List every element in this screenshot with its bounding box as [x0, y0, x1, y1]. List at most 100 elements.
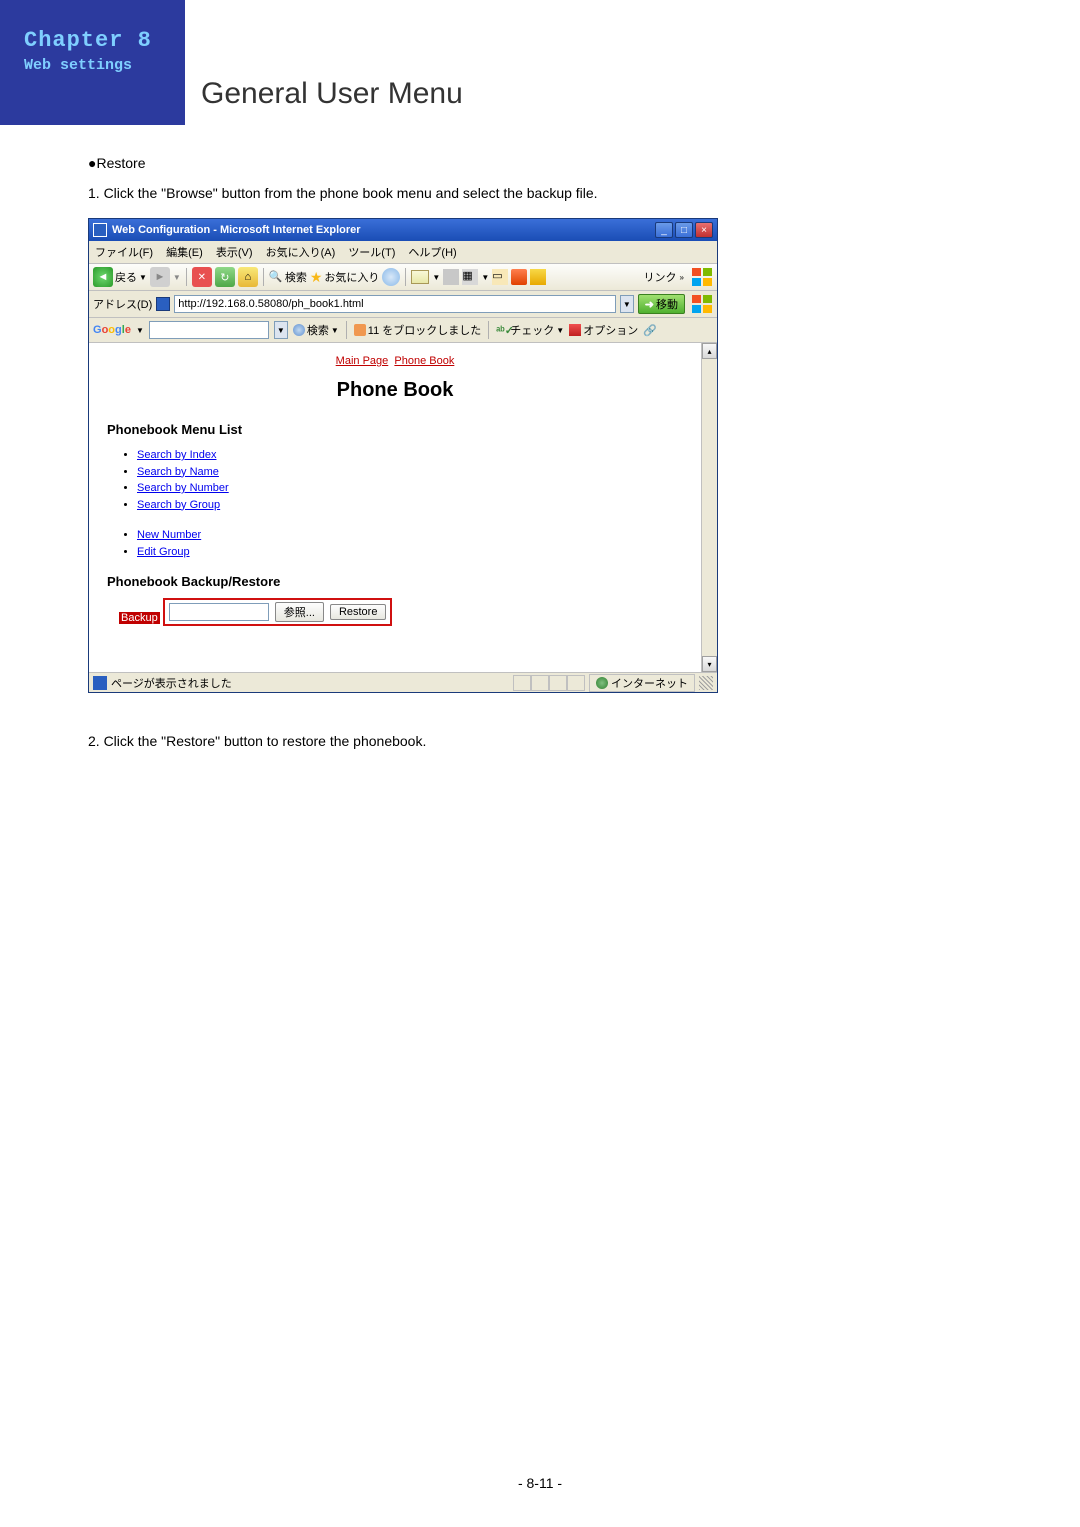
address-dropdown[interactable]: ▼: [620, 295, 634, 313]
print-button[interactable]: [443, 269, 459, 285]
backup-restore-heading: Phonebook Backup/Restore: [107, 574, 683, 589]
search-button[interactable]: 🔍検索: [269, 269, 307, 285]
options-button[interactable]: オプション: [569, 322, 638, 338]
google-search-input[interactable]: [149, 321, 269, 339]
status-cell: [531, 675, 549, 691]
status-cell: [513, 675, 531, 691]
history-button[interactable]: [382, 268, 400, 286]
ie-title-text: Web Configuration - Microsoft Internet E…: [112, 224, 655, 236]
ie-titlebar: Web Configuration - Microsoft Internet E…: [89, 219, 717, 241]
page-footer: - 8-11 -: [0, 1475, 1080, 1491]
edit-button[interactable]: ▦: [462, 269, 478, 285]
check-icon: ᵃᵇ✓: [496, 324, 508, 336]
google-dropdown-icon[interactable]: ▼: [136, 326, 144, 335]
browse-button[interactable]: 参照...: [275, 602, 324, 622]
stop-button[interactable]: ✕: [192, 267, 212, 287]
ie-toolbar: ◄戻る▼ ► ▼ ✕ ↻ ⌂ 🔍検索 ★お気に入り ▼ ▦ ▼ ▭ リンク »: [89, 264, 717, 291]
google-search-label: 検索: [307, 322, 329, 338]
discuss-button[interactable]: ▭: [492, 269, 508, 285]
status-cells: [513, 675, 585, 691]
link-search-by-name[interactable]: Search by Name: [137, 464, 683, 481]
forward-button[interactable]: ►: [150, 267, 170, 287]
close-button[interactable]: ×: [695, 222, 713, 238]
backup-restore-area: Backup 参照... Restore: [107, 599, 683, 626]
menu-help[interactable]: ヘルプ(H): [408, 247, 456, 259]
popup-blocked-button[interactable]: 11 をブロックしました: [354, 322, 481, 338]
autolink-icon[interactable]: 🔗: [643, 324, 657, 337]
restore-highlight: 参照... Restore: [163, 598, 393, 626]
breadcrumb: Main Page Phone Book: [107, 355, 683, 367]
ie-window: Web Configuration - Microsoft Internet E…: [88, 218, 718, 693]
ie-app-icon: [93, 223, 107, 237]
scroll-down-icon[interactable]: ▾: [702, 656, 717, 672]
zone-label: インターネット: [611, 675, 688, 691]
chevron-down-icon: ▼: [331, 326, 339, 335]
back-button[interactable]: ◄戻る▼: [93, 267, 147, 287]
link-search-by-index[interactable]: Search by Index: [137, 447, 683, 464]
separator: [186, 268, 187, 286]
section-title: General User Menu: [201, 77, 463, 111]
google-logo[interactable]: Google: [93, 324, 131, 336]
link-edit-group[interactable]: Edit Group: [137, 544, 683, 561]
menu-tools[interactable]: ツール(T): [348, 247, 395, 259]
menu-favorites[interactable]: お気に入り(A): [266, 247, 336, 259]
home-button[interactable]: ⌂: [238, 267, 258, 287]
menu-edit[interactable]: 編集(E): [166, 247, 203, 259]
minimize-button[interactable]: _: [655, 222, 673, 238]
options-icon: [569, 324, 581, 336]
address-label: アドレス(D): [93, 296, 152, 312]
step-1-text: 1. Click the "Browse" button from the ph…: [88, 183, 800, 204]
links-chevron-icon: »: [680, 273, 684, 282]
ie-content: ▴ ▾ Main Page Phone Book Phone Book Phon…: [89, 343, 717, 672]
zone-indicator: インターネット: [589, 674, 695, 692]
restore-button[interactable]: Restore: [330, 604, 387, 620]
link-search-by-group[interactable]: Search by Group: [137, 497, 683, 514]
go-button[interactable]: ➜移動: [638, 294, 685, 314]
crumb-main-page[interactable]: Main Page: [336, 355, 389, 367]
link-new-number[interactable]: New Number: [137, 527, 683, 544]
content-area: ●Restore 1. Click the "Browse" button fr…: [0, 125, 800, 752]
page-title: Phone Book: [107, 379, 683, 402]
search-icon: 🔍: [269, 270, 283, 284]
address-bar: アドレス(D) http://192.168.0.58080/ph_book1.…: [89, 291, 717, 318]
options-label: オプション: [583, 322, 638, 338]
menu-view[interactable]: 表示(V): [216, 247, 253, 259]
globe-icon: [596, 677, 608, 689]
scrollbar[interactable]: ▴ ▾: [701, 343, 717, 672]
google-search-dropdown[interactable]: ▼: [274, 321, 288, 339]
menu-list-heading: Phonebook Menu List: [107, 422, 683, 437]
popup-blocked-label: 11 をブロックしました: [368, 322, 481, 338]
resize-grip-icon[interactable]: [699, 676, 713, 690]
address-input[interactable]: http://192.168.0.58080/ph_book1.html: [174, 295, 616, 313]
messenger-button[interactable]: [511, 269, 527, 285]
research-button[interactable]: [530, 269, 546, 285]
status-cell: [549, 675, 567, 691]
page-icon: [156, 297, 170, 311]
link-search-by-number[interactable]: Search by Number: [137, 480, 683, 497]
menu-file[interactable]: ファイル(F): [95, 247, 153, 259]
scroll-up-icon[interactable]: ▴: [702, 343, 717, 359]
refresh-button[interactable]: ↻: [215, 267, 235, 287]
chapter-subtitle: Web settings: [24, 57, 185, 74]
popup-icon: [354, 324, 366, 336]
crumb-phone-book[interactable]: Phone Book: [394, 355, 454, 367]
maximize-button[interactable]: □: [675, 222, 693, 238]
separator: [263, 268, 264, 286]
status-cell: [567, 675, 585, 691]
search-links-list: Search by Index Search by Name Search by…: [107, 447, 683, 513]
star-icon: ★: [310, 269, 323, 286]
mail-button[interactable]: [411, 270, 429, 284]
favorites-button[interactable]: ★お気に入り: [310, 269, 380, 286]
edit-links-list: New Number Edit Group: [107, 527, 683, 560]
separator: [405, 268, 406, 286]
page-body: Main Page Phone Book Phone Book Phoneboo…: [89, 343, 701, 672]
go-label: 移動: [656, 296, 678, 312]
google-search-button[interactable]: 検索▼: [293, 322, 339, 338]
spellcheck-button[interactable]: ᵃᵇ✓チェック▼: [496, 322, 564, 338]
links-label[interactable]: リンク: [644, 269, 677, 285]
file-path-input[interactable]: [169, 603, 269, 621]
chapter-block: Chapter 8 Web settings: [0, 0, 185, 125]
status-page-icon: [93, 676, 107, 690]
separator: [488, 321, 489, 339]
backup-link[interactable]: Backup: [119, 612, 160, 624]
